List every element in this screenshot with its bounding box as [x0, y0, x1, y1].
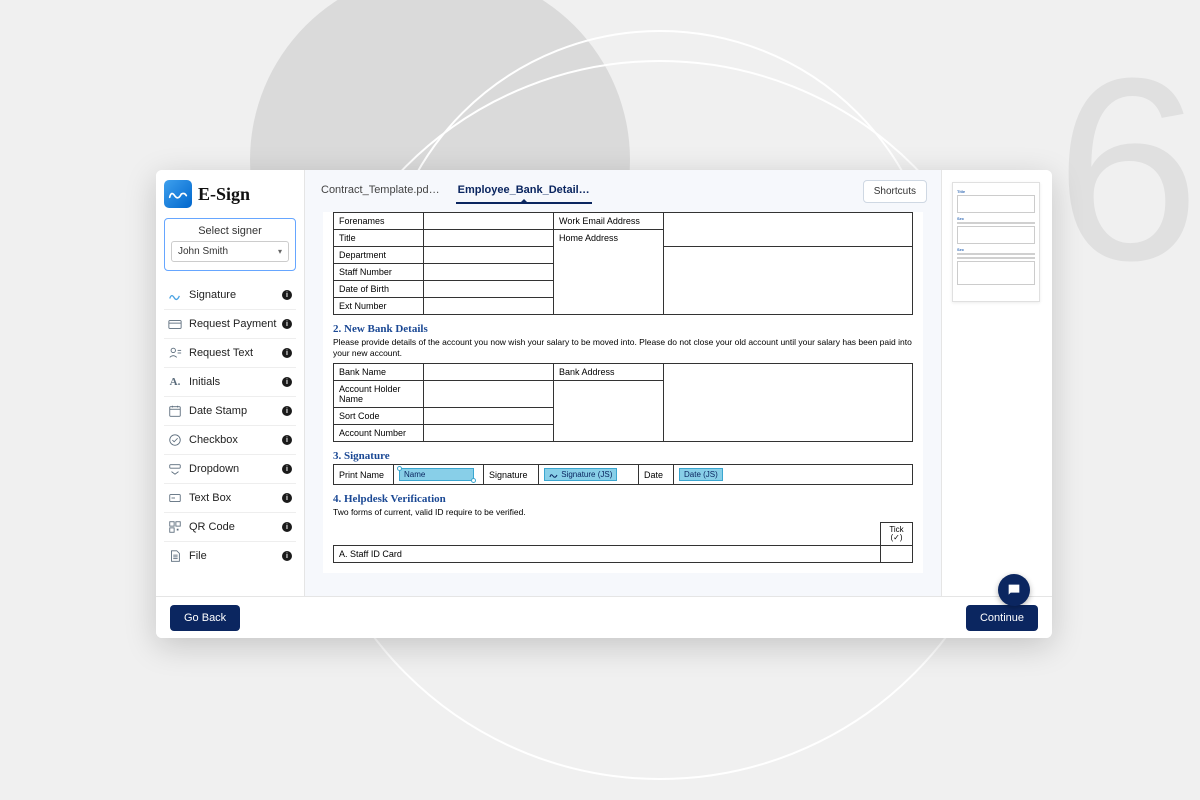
info-icon[interactable]: i [282, 493, 292, 503]
tool-label: Text Box [189, 492, 231, 504]
section3-title: 3. Signature [333, 450, 913, 462]
tool-label: Request Text [189, 347, 253, 359]
name-field[interactable]: Name [399, 468, 474, 481]
bank-details-table: Bank Name Bank Address Account Holder Nam… [333, 363, 913, 442]
tool-label: Date Stamp [189, 405, 247, 417]
date-field[interactable]: Date (JS) [679, 468, 723, 481]
info-icon[interactable]: i [282, 348, 292, 358]
employee-details-table: Forenames Work Email Address Title Home Ad… [333, 212, 913, 315]
info-icon[interactable]: i [282, 290, 292, 300]
signer-selected: John Smith [178, 246, 228, 257]
field-label: Staff Number [334, 264, 424, 281]
logo-mark-icon [164, 180, 192, 208]
dropdown-icon [168, 462, 182, 476]
section4-title: 4. Helpdesk Verification [333, 493, 913, 505]
logo: E-Sign [164, 180, 296, 208]
tab-bar: Contract_Template.pd… Employee_Bank_Deta… [305, 170, 941, 204]
tool-date-stamp[interactable]: Date Stamp i [164, 397, 296, 426]
signer-select[interactable]: John Smith ▾ [171, 241, 289, 262]
textbox-icon [168, 491, 182, 505]
field-label: Signature [484, 465, 539, 485]
tool-qrcode[interactable]: QR Code i [164, 513, 296, 542]
info-icon[interactable]: i [282, 377, 292, 387]
field-label: Bank Name [334, 364, 424, 381]
tool-dropdown[interactable]: Dropdown i [164, 455, 296, 484]
field-label: Title [334, 230, 424, 247]
info-icon[interactable]: i [282, 551, 292, 561]
info-icon[interactable]: i [282, 319, 292, 329]
info-icon[interactable]: i [282, 406, 292, 416]
verification-table: Tick(✓) A. Staff ID Card [333, 522, 913, 563]
field-label: Date [639, 465, 674, 485]
field-label: Ext Number [334, 298, 424, 315]
continue-button[interactable]: Continue [966, 605, 1038, 631]
tool-label: File [189, 550, 207, 562]
tool-label: QR Code [189, 521, 235, 533]
calendar-icon [168, 404, 182, 418]
info-icon[interactable]: i [282, 522, 292, 532]
shortcuts-button[interactable]: Shortcuts [863, 180, 927, 203]
tool-list: Signature i Request Payment i Request Te… [164, 281, 296, 570]
main-row: E-Sign Select signer John Smith ▾ Signat… [156, 170, 1052, 596]
document-page: Forenames Work Email Address Title Home Ad… [323, 212, 923, 573]
section4-desc: Two forms of current, valid ID require t… [333, 507, 913, 518]
sidebar: E-Sign Select signer John Smith ▾ Signat… [156, 170, 304, 596]
tool-request-payment[interactable]: Request Payment i [164, 310, 296, 339]
signature-table: Print Name Name Signature Signature (JS)… [333, 464, 913, 485]
tool-initials[interactable]: A. Initials i [164, 368, 296, 397]
qrcode-icon [168, 520, 182, 534]
tool-request-text[interactable]: Request Text i [164, 339, 296, 368]
field-label: Account Number [334, 425, 424, 442]
tool-textbox[interactable]: Text Box i [164, 484, 296, 513]
footer: Go Back Continue [156, 596, 1052, 638]
section2-title: 2. New Bank Details [333, 323, 913, 335]
go-back-button[interactable]: Go Back [170, 605, 240, 631]
tick-header: Tick(✓) [881, 523, 913, 546]
chat-icon [1006, 582, 1022, 598]
field-label: Sort Code [334, 408, 424, 425]
tool-label: Checkbox [189, 434, 238, 446]
signer-label: Select signer [171, 225, 289, 237]
chevron-down-icon: ▾ [278, 247, 282, 256]
verify-row: A. Staff ID Card [334, 546, 881, 563]
logo-text: E-Sign [198, 184, 250, 205]
person-text-icon [168, 346, 182, 360]
tool-label: Request Payment [189, 318, 276, 330]
field-label: Print Name [334, 465, 394, 485]
document-panel: Contract_Template.pd… Employee_Bank_Deta… [304, 170, 942, 596]
signature-field[interactable]: Signature (JS) [544, 468, 617, 481]
bg-decor-numeral: 6 [1055, 40, 1200, 300]
file-icon [168, 549, 182, 563]
tool-checkbox[interactable]: Checkbox i [164, 426, 296, 455]
initials-icon: A. [168, 375, 182, 389]
thumbnail-panel: Title Sec Sec [942, 170, 1052, 596]
tool-file[interactable]: File i [164, 542, 296, 570]
field-label: Bank Address [554, 364, 664, 381]
info-icon[interactable]: i [282, 464, 292, 474]
tab-contract-template[interactable]: Contract_Template.pd… [319, 178, 442, 204]
field-label: Account Holder Name [334, 381, 424, 408]
document-scroll[interactable]: Forenames Work Email Address Title Home Ad… [305, 204, 941, 596]
tool-label: Signature [189, 289, 236, 301]
field-label: Home Address [554, 230, 664, 315]
field-label: Work Email Address [554, 213, 664, 230]
section2-desc: Please provide details of the account yo… [333, 337, 913, 359]
tool-label: Dropdown [189, 463, 239, 475]
tool-label: Initials [189, 376, 220, 388]
info-icon[interactable]: i [282, 435, 292, 445]
checkbox-icon [168, 433, 182, 447]
tool-signature[interactable]: Signature i [164, 281, 296, 310]
field-label: Date of Birth [334, 281, 424, 298]
page-thumbnail[interactable]: Title Sec Sec [952, 182, 1040, 302]
app-window: E-Sign Select signer John Smith ▾ Signat… [156, 170, 1052, 638]
tab-employee-bank-detail[interactable]: Employee_Bank_Detail… [456, 178, 592, 204]
signer-box: Select signer John Smith ▾ [164, 218, 296, 271]
card-icon [168, 317, 182, 331]
field-label: Forenames [334, 213, 424, 230]
signature-icon [168, 288, 182, 302]
chat-button[interactable] [998, 574, 1030, 606]
field-label: Department [334, 247, 424, 264]
